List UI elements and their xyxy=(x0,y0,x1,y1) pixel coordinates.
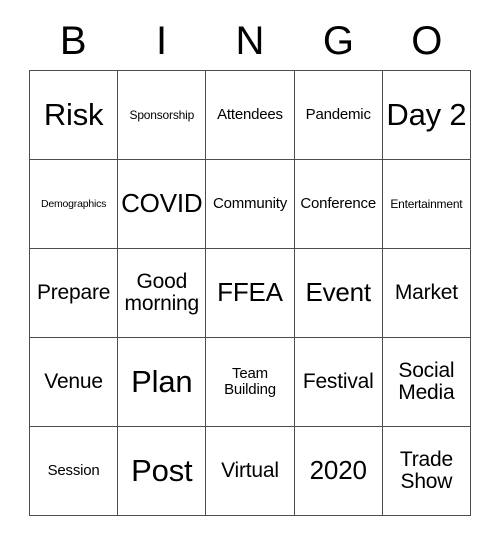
bingo-cell-label: Team Building xyxy=(224,365,276,398)
bingo-cell-label: Session xyxy=(47,462,100,480)
bingo-cell-label: Virtual xyxy=(221,459,279,483)
bingo-cell[interactable]: Plan xyxy=(118,338,207,427)
bingo-cell[interactable]: Community xyxy=(206,160,295,249)
bingo-cell[interactable]: Attendees xyxy=(206,71,295,160)
bingo-cell-label: Conference xyxy=(300,195,376,213)
bingo-cell-label: Market xyxy=(394,281,458,305)
bingo-header-letter-b: B xyxy=(59,19,87,63)
bingo-cell[interactable]: Post xyxy=(118,427,207,516)
bingo-cell-label: Prepare xyxy=(36,281,111,305)
bingo-cell-label: Entertainment xyxy=(390,196,463,211)
bingo-header-letter-n: N xyxy=(235,19,265,63)
bingo-card: B I N G O Risk Sponsorship Attendees Pandemic Da… xyxy=(29,12,471,516)
bingo-cell[interactable]: Prepare xyxy=(30,249,119,338)
bingo-cell[interactable]: Good morning xyxy=(118,249,207,338)
bingo-cell[interactable]: Risk xyxy=(30,71,119,160)
bingo-cell[interactable]: Demographics xyxy=(30,160,119,249)
bingo-cell-label: FFEA xyxy=(217,277,283,308)
bingo-cell-label: Venue xyxy=(44,370,103,394)
bingo-cell[interactable]: Sponsorship xyxy=(118,71,207,160)
bingo-cell[interactable]: Festival xyxy=(294,338,383,427)
bingo-cell-label: Plan xyxy=(131,363,193,399)
bingo-cell-label: Post xyxy=(131,452,193,488)
bingo-header-letter-o: O xyxy=(411,19,443,63)
bingo-cell-label: Festival xyxy=(302,370,374,394)
bingo-cell[interactable]: Entertainment xyxy=(382,160,471,249)
bingo-cell[interactable]: 2020 xyxy=(294,427,383,516)
bingo-cell-label: Community xyxy=(212,195,288,213)
bingo-cell-label: COVID xyxy=(121,188,203,219)
bingo-cell-label: Trade Show xyxy=(399,448,453,493)
bingo-cell[interactable]: Pandemic xyxy=(294,71,383,160)
bingo-cell[interactable]: Venue xyxy=(30,338,119,427)
bingo-cell-label: 2020 xyxy=(309,455,367,486)
bingo-cell-label: Demographics xyxy=(40,197,107,210)
bingo-cell-label: Day 2 xyxy=(386,96,467,132)
bingo-cell[interactable]: Social Media xyxy=(382,338,471,427)
bingo-header-letter-g: G xyxy=(322,19,354,63)
bingo-header: BINGO xyxy=(29,12,471,70)
bingo-cell[interactable]: Virtual xyxy=(206,427,295,516)
bingo-cell-label: Event xyxy=(305,277,371,308)
bingo-cell-label: Risk xyxy=(43,96,104,132)
bingo-cell-label: Attendees xyxy=(217,106,283,124)
bingo-cell-label: Sponsorship xyxy=(129,107,195,122)
bingo-cell[interactable]: Day 2 xyxy=(382,71,471,160)
bingo-cell[interactable]: Market xyxy=(382,249,471,338)
bingo-cell[interactable]: Team Building xyxy=(206,338,295,427)
bingo-grid: Risk Sponsorship Attendees Pandemic Day 2 Dem… xyxy=(29,70,471,516)
bingo-cell-label: Social Media xyxy=(398,359,455,404)
bingo-header-letter-i: I xyxy=(156,19,168,63)
bingo-cell[interactable]: Event xyxy=(294,249,383,338)
bingo-cell[interactable]: COVID xyxy=(118,160,207,249)
bingo-cell[interactable]: Trade Show xyxy=(382,427,471,516)
bingo-cell[interactable]: Session xyxy=(30,427,119,516)
bingo-cell[interactable]: Conference xyxy=(294,160,383,249)
bingo-cell-label: Good morning xyxy=(124,270,200,315)
bingo-cell[interactable]: FFEA xyxy=(206,249,295,338)
bingo-cell-label: Pandemic xyxy=(305,106,371,124)
